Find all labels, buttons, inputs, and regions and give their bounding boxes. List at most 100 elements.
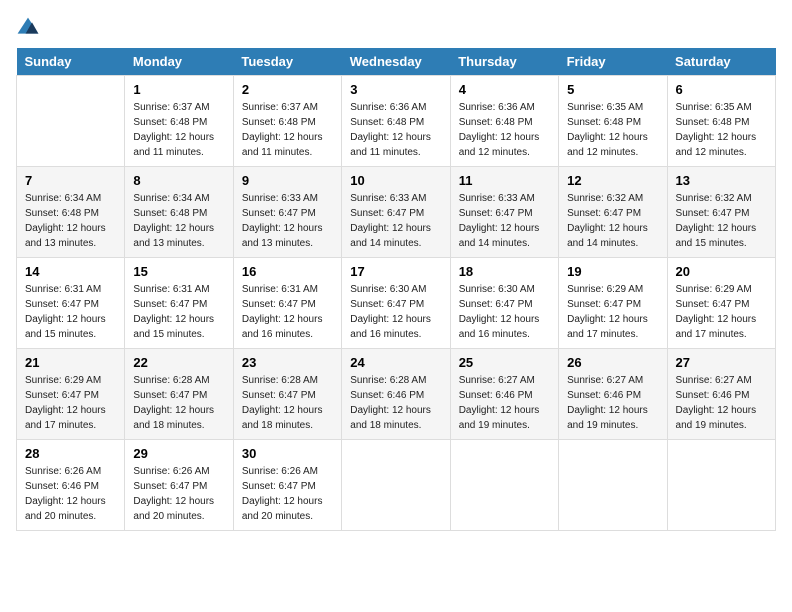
calendar-cell: 26 Sunrise: 6:27 AMSunset: 6:46 PMDayligh… [559, 349, 667, 440]
logo-icon [16, 16, 40, 36]
day-number: 26 [567, 355, 658, 370]
calendar-cell: 19 Sunrise: 6:29 AMSunset: 6:47 PMDayligh… [559, 258, 667, 349]
day-header-saturday: Saturday [667, 48, 775, 76]
calendar-cell: 28 Sunrise: 6:26 AMSunset: 6:46 PMDayligh… [17, 440, 125, 531]
day-number: 12 [567, 173, 658, 188]
calendar-cell: 18Sunrise: 6:30 AMSunset: 6:47 PMDayligh… [450, 258, 558, 349]
calendar-cell [342, 440, 450, 531]
cell-info: Sunrise: 6:33 AMSunset: 6:47 PMDaylight:… [459, 191, 550, 251]
cell-info: Sunrise: 6:31 AMSunset: 6:47 PMDaylight:… [242, 282, 333, 342]
day-number: 4 [459, 82, 550, 97]
day-number: 17 [350, 264, 441, 279]
header-row: SundayMondayTuesdayWednesdayThursdayFrid… [17, 48, 776, 76]
day-number: 5 [567, 82, 658, 97]
calendar-cell: 29 Sunrise: 6:26 AMSunset: 6:47 PMDayligh… [125, 440, 233, 531]
cell-info: Sunrise: 6:26 AMSunset: 6:47 PMDaylight:… [242, 464, 333, 524]
calendar-cell: 16 Sunrise: 6:31 AMSunset: 6:47 PMDayligh… [233, 258, 341, 349]
calendar-cell: 2 Sunrise: 6:37 AMSunset: 6:48 PMDaylight… [233, 76, 341, 167]
calendar-cell: 25 Sunrise: 6:27 AMSunset: 6:46 PMDayligh… [450, 349, 558, 440]
day-header-wednesday: Wednesday [342, 48, 450, 76]
cell-info: Sunrise: 6:28 AMSunset: 6:47 PMDaylight:… [242, 373, 333, 433]
header [16, 16, 776, 36]
day-number: 11 [459, 173, 550, 188]
week-row-4: 21Sunrise: 6:29 AMSunset: 6:47 PMDayligh… [17, 349, 776, 440]
calendar-cell: 27 Sunrise: 6:27 AMSunset: 6:46 PMDayligh… [667, 349, 775, 440]
cell-info: Sunrise: 6:26 AMSunset: 6:46 PMDaylight:… [25, 464, 116, 524]
calendar-cell: 13 Sunrise: 6:32 AMSunset: 6:47 PMDayligh… [667, 167, 775, 258]
day-number: 22 [133, 355, 224, 370]
day-number: 29 [133, 446, 224, 461]
day-header-friday: Friday [559, 48, 667, 76]
calendar-cell: 7 Sunrise: 6:34 AMSunset: 6:48 PMDaylight… [17, 167, 125, 258]
day-number: 28 [25, 446, 116, 461]
cell-info: Sunrise: 6:31 AMSunset: 6:47 PMDaylight:… [133, 282, 224, 342]
day-number: 24 [350, 355, 441, 370]
calendar-cell: 6 Sunrise: 6:35 AMSunset: 6:48 PMDaylight… [667, 76, 775, 167]
cell-info: Sunrise: 6:37 AMSunset: 6:48 PMDaylight:… [133, 100, 224, 160]
week-row-5: 28 Sunrise: 6:26 AMSunset: 6:46 PMDayligh… [17, 440, 776, 531]
calendar-cell: 11 Sunrise: 6:33 AMSunset: 6:47 PMDayligh… [450, 167, 558, 258]
logo [16, 16, 44, 36]
calendar-cell: 14 Sunrise: 6:31 AMSunset: 6:47 PMDayligh… [17, 258, 125, 349]
cell-info: Sunrise: 6:33 AMSunset: 6:47 PMDaylight:… [350, 191, 441, 251]
cell-info: Sunrise: 6:27 AMSunset: 6:46 PMDaylight:… [567, 373, 658, 433]
cell-info: Sunrise: 6:30 AMSunset: 6:47 PMDaylight:… [350, 282, 441, 342]
calendar-cell: 10 Sunrise: 6:33 AMSunset: 6:47 PMDayligh… [342, 167, 450, 258]
day-number: 8 [133, 173, 224, 188]
day-number: 1 [133, 82, 224, 97]
calendar-cell: 17 Sunrise: 6:30 AMSunset: 6:47 PMDayligh… [342, 258, 450, 349]
week-row-2: 7 Sunrise: 6:34 AMSunset: 6:48 PMDaylight… [17, 167, 776, 258]
cell-info: Sunrise: 6:26 AMSunset: 6:47 PMDaylight:… [133, 464, 224, 524]
cell-info: Sunrise: 6:29 AMSunset: 6:47 PMDaylight:… [25, 373, 116, 433]
day-number: 25 [459, 355, 550, 370]
cell-info: Sunrise: 6:32 AMSunset: 6:47 PMDaylight:… [676, 191, 767, 251]
cell-info: Sunrise: 6:28 AMSunset: 6:47 PMDaylight:… [133, 373, 224, 433]
calendar-cell [17, 76, 125, 167]
day-number: 9 [242, 173, 333, 188]
cell-info: Sunrise: 6:29 AMSunset: 6:47 PMDaylight:… [676, 282, 767, 342]
day-number: 6 [676, 82, 767, 97]
day-header-monday: Monday [125, 48, 233, 76]
cell-info: Sunrise: 6:35 AMSunset: 6:48 PMDaylight:… [676, 100, 767, 160]
calendar-cell: 8 Sunrise: 6:34 AMSunset: 6:48 PMDaylight… [125, 167, 233, 258]
calendar-cell: 5Sunrise: 6:35 AMSunset: 6:48 PMDaylight… [559, 76, 667, 167]
day-number: 18 [459, 264, 550, 279]
cell-info: Sunrise: 6:36 AMSunset: 6:48 PMDaylight:… [459, 100, 550, 160]
cell-info: Sunrise: 6:37 AMSunset: 6:48 PMDaylight:… [242, 100, 333, 160]
day-number: 10 [350, 173, 441, 188]
cell-info: Sunrise: 6:36 AMSunset: 6:48 PMDaylight:… [350, 100, 441, 160]
cell-info: Sunrise: 6:34 AMSunset: 6:48 PMDaylight:… [25, 191, 116, 251]
cell-info: Sunrise: 6:32 AMSunset: 6:47 PMDaylight:… [567, 191, 658, 251]
day-number: 19 [567, 264, 658, 279]
day-number: 14 [25, 264, 116, 279]
calendar-cell: 9 Sunrise: 6:33 AMSunset: 6:47 PMDaylight… [233, 167, 341, 258]
week-row-3: 14 Sunrise: 6:31 AMSunset: 6:47 PMDayligh… [17, 258, 776, 349]
cell-info: Sunrise: 6:29 AMSunset: 6:47 PMDaylight:… [567, 282, 658, 342]
day-number: 20 [676, 264, 767, 279]
cell-info: Sunrise: 6:33 AMSunset: 6:47 PMDaylight:… [242, 191, 333, 251]
week-row-1: 1 Sunrise: 6:37 AMSunset: 6:48 PMDaylight… [17, 76, 776, 167]
day-number: 27 [676, 355, 767, 370]
calendar-cell [559, 440, 667, 531]
day-number: 16 [242, 264, 333, 279]
day-number: 7 [25, 173, 116, 188]
day-number: 3 [350, 82, 441, 97]
calendar-cell [450, 440, 558, 531]
day-header-tuesday: Tuesday [233, 48, 341, 76]
day-number: 30 [242, 446, 333, 461]
calendar-cell: 1 Sunrise: 6:37 AMSunset: 6:48 PMDaylight… [125, 76, 233, 167]
calendar-cell: 3 Sunrise: 6:36 AMSunset: 6:48 PMDaylight… [342, 76, 450, 167]
day-number: 23 [242, 355, 333, 370]
cell-info: Sunrise: 6:34 AMSunset: 6:48 PMDaylight:… [133, 191, 224, 251]
day-number: 13 [676, 173, 767, 188]
cell-info: Sunrise: 6:27 AMSunset: 6:46 PMDaylight:… [676, 373, 767, 433]
calendar-cell: 24 Sunrise: 6:28 AMSunset: 6:46 PMDayligh… [342, 349, 450, 440]
calendar-cell: 21Sunrise: 6:29 AMSunset: 6:47 PMDayligh… [17, 349, 125, 440]
cell-info: Sunrise: 6:27 AMSunset: 6:46 PMDaylight:… [459, 373, 550, 433]
cell-info: Sunrise: 6:28 AMSunset: 6:46 PMDaylight:… [350, 373, 441, 433]
calendar-table: SundayMondayTuesdayWednesdayThursdayFrid… [16, 48, 776, 531]
day-header-sunday: Sunday [17, 48, 125, 76]
day-number: 2 [242, 82, 333, 97]
calendar-cell: 4 Sunrise: 6:36 AMSunset: 6:48 PMDaylight… [450, 76, 558, 167]
cell-info: Sunrise: 6:31 AMSunset: 6:47 PMDaylight:… [25, 282, 116, 342]
